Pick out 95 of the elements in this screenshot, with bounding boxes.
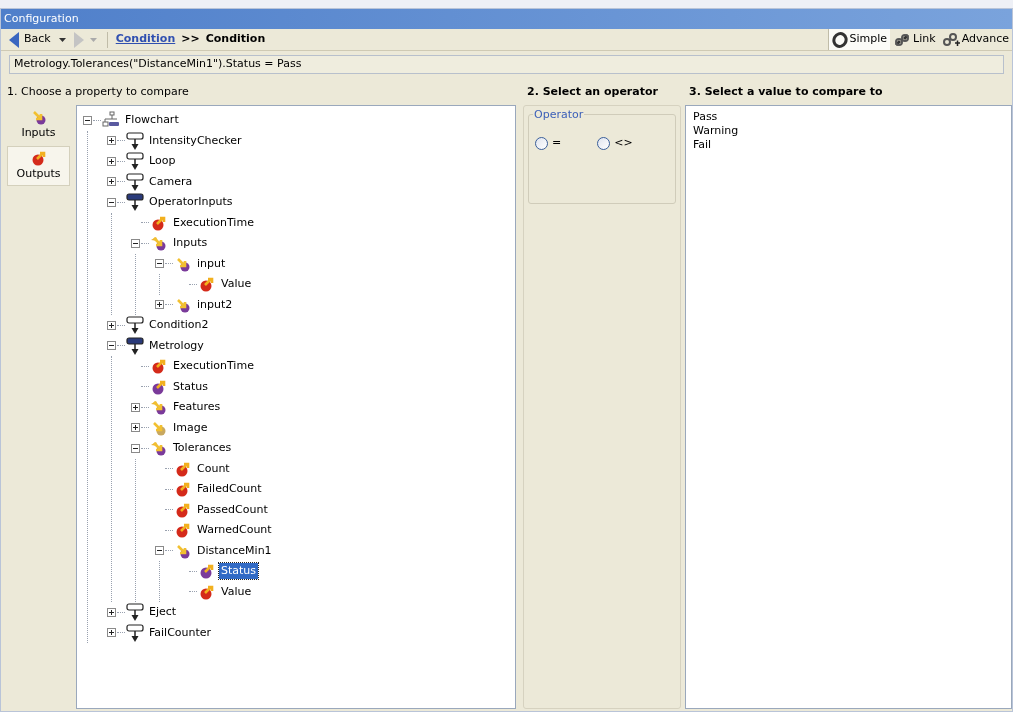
tree-item[interactable]: Value: [219, 276, 254, 293]
back-button[interactable]: Back: [1, 29, 55, 50]
tree-item[interactable]: WarnedCount: [195, 522, 274, 539]
tree-item[interactable]: Eject: [147, 604, 179, 621]
status-output-icon: [199, 563, 215, 580]
tree-item[interactable]: DistanceMin1: [195, 542, 274, 559]
expand-icon[interactable]: [107, 628, 116, 638]
tree-item[interactable]: Metrology: [147, 337, 206, 354]
expression-field[interactable]: Metrology.Tolerances("DistanceMin1").Status = Pass: [9, 55, 1004, 74]
input-icon: [174, 296, 192, 313]
expand-icon[interactable]: [131, 423, 140, 433]
collapse-icon[interactable]: [83, 115, 92, 125]
output-icon: [151, 358, 167, 375]
tree-item[interactable]: Tolerances: [171, 440, 234, 457]
input-icon: [150, 419, 168, 436]
side-tab[interactable]: Outputs: [7, 145, 70, 186]
radio-icon[interactable]: [597, 136, 611, 150]
flow-step-icon: [126, 622, 144, 643]
expand-icon[interactable]: [107, 136, 116, 146]
tree-item[interactable]: Image: [171, 419, 210, 436]
flow-step-icon: [126, 602, 144, 623]
expand-icon[interactable]: [107, 607, 116, 617]
input-icon: [174, 542, 192, 559]
flow-step-icon: [126, 171, 144, 192]
tree-item[interactable]: Status: [219, 563, 259, 580]
flow-step-icon: [126, 192, 144, 213]
tree-item[interactable]: input: [195, 255, 228, 272]
tree-item[interactable]: PassedCount: [195, 501, 270, 518]
input-group-icon: [150, 235, 168, 252]
output-icon: [175, 460, 191, 477]
collapse-icon[interactable]: [155, 546, 164, 556]
output-icon: [175, 481, 191, 498]
tree-item[interactable]: FailedCount: [195, 481, 264, 498]
tree-item[interactable]: OperatorInputs: [147, 194, 235, 211]
radio-icon[interactable]: [535, 136, 548, 150]
side-tab[interactable]: Inputs: [7, 105, 70, 146]
collapse-icon[interactable]: [107, 341, 116, 351]
back-arrow-icon: [9, 31, 19, 48]
flow-step-icon: [126, 335, 144, 356]
tree-item[interactable]: Count: [195, 460, 232, 477]
flow-step-icon: [126, 130, 144, 151]
expand-icon[interactable]: [107, 156, 116, 166]
tree-item[interactable]: ExecutionTime: [171, 214, 256, 231]
collapse-icon[interactable]: [131, 238, 140, 248]
link-icon: [893, 31, 912, 48]
link-plus-icon: [941, 31, 960, 48]
expand-icon[interactable]: [131, 402, 140, 412]
tree-item[interactable]: Flowchart: [123, 112, 181, 129]
section-heading: 1. Choose a property to compare: [6, 84, 190, 100]
window-title: Configuration: [4, 10, 79, 27]
breadcrumb-current: Condition: [205, 31, 266, 48]
section-heading: 3. Select a value to compare to: [688, 84, 884, 100]
tree-item[interactable]: input2: [195, 296, 235, 313]
operator-radio[interactable]: =: [535, 135, 562, 152]
tree-item[interactable]: Features: [171, 399, 223, 416]
collapse-icon[interactable]: [107, 197, 116, 207]
breadcrumb-link[interactable]: Condition: [115, 31, 176, 48]
flow-step-icon: [126, 151, 144, 172]
expand-icon[interactable]: [107, 177, 116, 187]
tree-item[interactable]: IntensityChecker: [147, 132, 244, 149]
expand-icon[interactable]: [155, 300, 164, 310]
tree-item[interactable]: Status: [171, 378, 211, 395]
output-icon: [30, 149, 47, 166]
ring-icon: [831, 31, 848, 48]
output-icon: [175, 522, 191, 539]
breadcrumb-separator: >>: [181, 31, 200, 48]
flowchart-icon: [102, 111, 120, 130]
operator-radio[interactable]: <>: [597, 135, 633, 152]
tree-item[interactable]: FailCounter: [147, 624, 214, 641]
list-option[interactable]: Fail: [692, 138, 713, 152]
collapse-icon[interactable]: [131, 443, 140, 453]
output-icon: [199, 276, 215, 293]
tree-item[interactable]: Camera: [147, 173, 195, 190]
output-icon: [199, 583, 215, 600]
section-heading: 2. Select an operator: [526, 84, 659, 100]
expand-icon[interactable]: [107, 320, 116, 330]
input-group-icon: [150, 399, 168, 416]
flow-step-icon: [126, 315, 144, 336]
list-option[interactable]: Pass: [692, 110, 719, 124]
tree-item[interactable]: Loop: [147, 153, 178, 170]
tree-item[interactable]: Value: [219, 583, 254, 600]
input-icon: [174, 255, 192, 272]
tree-item[interactable]: Condition2: [147, 317, 211, 334]
tree-item[interactable]: ExecutionTime: [171, 358, 256, 375]
tree-item[interactable]: Inputs: [171, 235, 210, 252]
status-output-icon: [151, 378, 167, 395]
output-icon: [151, 214, 167, 231]
collapse-icon[interactable]: [155, 259, 164, 269]
list-option[interactable]: Warning: [692, 124, 740, 138]
output-icon: [175, 501, 191, 518]
input-group-icon: [150, 440, 168, 457]
mode-tab[interactable]: Link: [890, 29, 939, 50]
caret-icon[interactable]: [58, 37, 66, 42]
mode-tab[interactable]: Advance: [938, 29, 1012, 50]
mode-tab[interactable]: Simple: [828, 29, 891, 50]
